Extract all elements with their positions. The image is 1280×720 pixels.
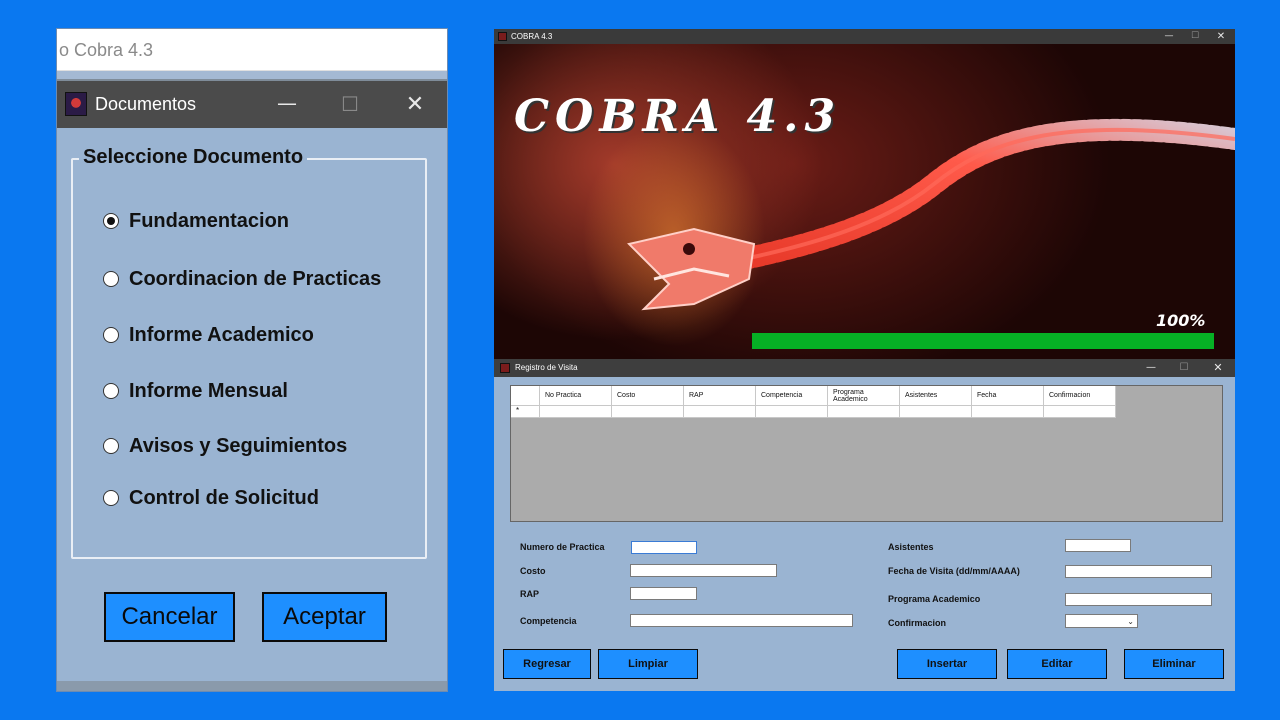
groupbox-label: Seleccione Documento [79,146,308,169]
fecha-visita-input[interactable] [1065,565,1212,578]
grid-cell[interactable] [756,406,828,418]
asistentes-input[interactable] [1065,539,1131,552]
new-row-marker[interactable]: * [511,406,540,418]
grid-cell[interactable] [972,406,1044,418]
row-header-corner [511,386,540,406]
costo-label: Costo [520,566,546,576]
editar-button[interactable]: Editar [1007,649,1107,679]
radio-control-solicitud[interactable]: Control de Solicitud [103,483,319,513]
loading-progress-bar [752,333,1214,349]
costo-input[interactable] [630,564,777,577]
radio-button-icon[interactable] [103,327,119,343]
numero-practica-input[interactable] [631,541,697,554]
regresar-button[interactable]: Regresar [503,649,591,679]
progress-percent-label: 100% [1156,311,1206,330]
radio-informe-mensual[interactable]: Informe Mensual [103,376,288,406]
column-header[interactable]: Costo [612,386,684,406]
accept-button[interactable]: Aceptar [262,592,387,642]
cobra-logo-text: COBRA 4.3 [514,91,842,142]
documentos-window: o Cobra 4.3 Documentos — ☐ ✕ Seleccione … [57,29,447,691]
registro-visita-window: Registro de Visita — ☐ ✕ No Practica Cos… [494,359,1235,691]
background-window-title: o Cobra 4.3 [57,29,447,71]
column-header[interactable]: Programa Academico [828,386,900,406]
programa-academico-input[interactable] [1065,593,1212,606]
minimize-button[interactable]: — [269,81,305,128]
minimize-button[interactable]: — [1162,29,1176,44]
column-header[interactable]: RAP [684,386,756,406]
confirmacion-label: Confirmacion [888,618,947,628]
visits-data-grid[interactable]: No Practica Costo RAP Competencia Progra… [510,385,1223,522]
confirmacion-selected-value [1066,620,1069,630]
radio-fundamentacion[interactable]: Fundamentacion [103,206,289,236]
grid-cell[interactable] [1044,406,1116,418]
radio-button-icon[interactable] [103,271,119,287]
registro-titlebar[interactable]: Registro de Visita — ☐ ✕ [494,359,1235,377]
documentos-titlebar[interactable]: Documentos — ☐ ✕ [57,81,447,128]
window-title: Documentos [95,94,197,114]
programa-academico-label: Programa Academico [888,594,981,604]
confirmacion-dropdown[interactable]: ⌄ [1065,614,1138,628]
window-bottom-edge [57,681,447,691]
competencia-input[interactable] [630,614,853,627]
radio-button-icon[interactable] [103,383,119,399]
close-button[interactable]: ✕ [1211,359,1225,377]
chevron-down-icon: ⌄ [1127,617,1134,626]
limpiar-button[interactable]: Limpiar [598,649,698,679]
column-header[interactable]: Asistentes [900,386,972,406]
window-title: Registro de Visita [515,363,578,372]
radio-button-icon[interactable] [103,438,119,454]
minimize-button[interactable]: — [1144,359,1158,377]
radio-button-icon[interactable] [103,213,119,229]
maximize-button[interactable]: ☐ [1188,29,1202,44]
radio-label: Informe Mensual [129,379,288,402]
grid-cell[interactable] [540,406,612,418]
fecha-visita-label: Fecha de Visita (dd/mm/AAAA) [888,566,1020,576]
numero-practica-label: Numero de Practica [520,542,605,552]
radio-avisos-seguimientos[interactable]: Avisos y Seguimientos [103,431,347,461]
close-button[interactable]: ✕ [1214,29,1228,44]
radio-informe-academico[interactable]: Informe Academico [103,320,314,350]
grid-cell[interactable] [828,406,900,418]
eliminar-button[interactable]: Eliminar [1124,649,1224,679]
rap-input[interactable] [630,587,697,600]
window-title: COBRA 4.3 [511,32,553,41]
maximize-button[interactable]: ☐ [1177,359,1191,377]
cobra-titlebar[interactable]: COBRA 4.3 — ☐ ✕ [494,29,1235,44]
grid-cell[interactable] [684,406,756,418]
close-button[interactable]: ✕ [397,81,433,128]
cobra-splash-window: COBRA 4.3 — ☐ ✕ COBRA 4.3 100% [494,29,1235,359]
radio-button-icon[interactable] [103,490,119,506]
insertar-button[interactable]: Insertar [897,649,997,679]
cobra-app-icon [500,363,510,373]
radio-coordinacion-practicas[interactable]: Coordinacion de Practicas [103,264,381,294]
progress-fill [752,333,1214,349]
background-window-strip [57,71,447,81]
radio-label: Avisos y Seguimientos [129,434,348,457]
radio-label: Fundamentacion [129,209,290,232]
radio-label: Coordinacion de Practicas [129,267,382,290]
column-header[interactable]: Confirmacion [1044,386,1116,406]
column-header[interactable]: Competencia [756,386,828,406]
rap-label: RAP [520,589,540,599]
asistentes-label: Asistentes [888,542,934,552]
radio-label: Informe Academico [129,323,314,346]
column-header[interactable]: Fecha [972,386,1044,406]
grid-cell[interactable] [900,406,972,418]
cancel-button[interactable]: Cancelar [104,592,235,642]
column-header[interactable]: No Practica [540,386,612,406]
competencia-label: Competencia [520,616,577,626]
grid-cell[interactable] [612,406,684,418]
radio-label: Control de Solicitud [129,486,319,509]
cobra-app-icon [498,32,507,41]
cobra-app-icon [65,92,87,116]
maximize-button[interactable]: ☐ [332,81,368,128]
